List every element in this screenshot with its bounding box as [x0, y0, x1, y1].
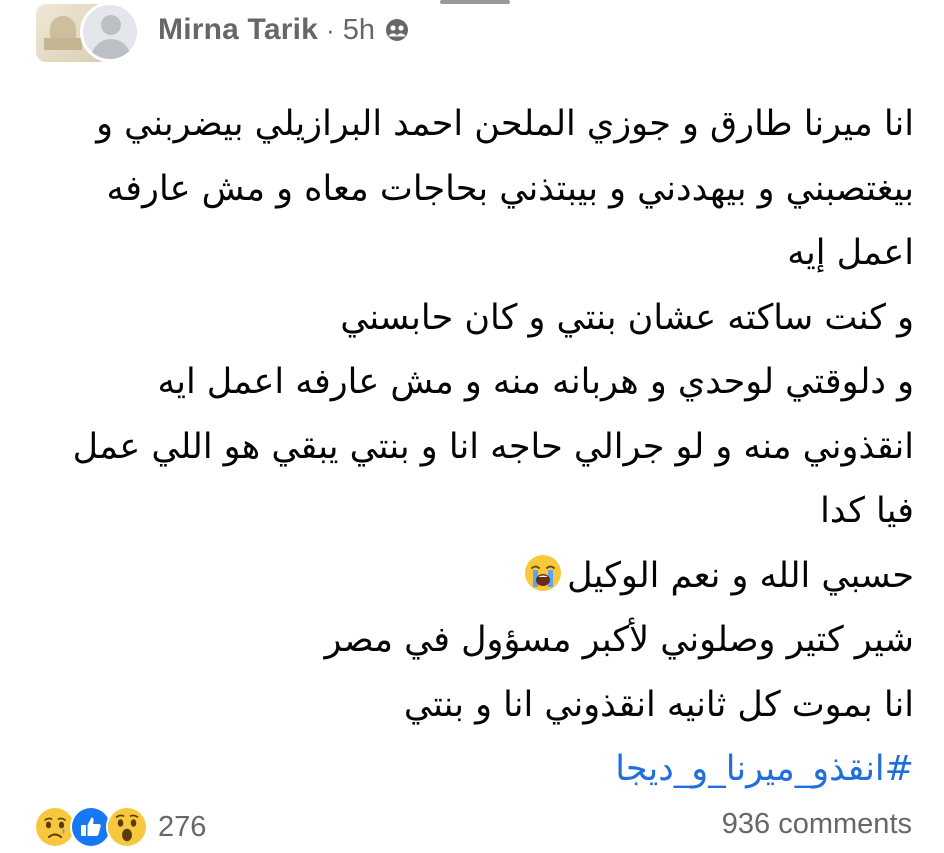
post-footer: 276 936 comments	[0, 800, 944, 852]
post-line-text: حسبي الله و نعم الوكيل	[567, 555, 914, 596]
post-line: بيغتصبني و بيهددني و بيبتذني بحاجات معاه…	[106, 168, 914, 209]
post-line: اعمل إيه	[787, 233, 914, 273]
avatar[interactable]	[80, 2, 140, 62]
post-line: و دلوقتي لوحدي و هربانه منه و مش عارفه ا…	[157, 362, 914, 402]
avatar-body-shape	[91, 39, 131, 59]
meta-separator: ·	[326, 14, 335, 45]
thumbnail-base-shape	[44, 38, 82, 50]
author-name[interactable]: Mirna Tarik	[158, 13, 318, 47]
thumbnail-dome-shape	[50, 16, 76, 38]
post-line: فيا كدا	[820, 491, 914, 531]
post-line: انا ميرنا طارق و جوزي الملحن احمد البراز…	[96, 104, 914, 144]
post-timestamp[interactable]: 5h	[343, 14, 375, 47]
post-meta: Mirna Tarik · 5h	[158, 10, 409, 50]
reaction-count: 276	[158, 810, 207, 843]
loudly-crying-face-icon	[523, 550, 563, 591]
reactions-summary[interactable]: 276	[34, 806, 206, 848]
post-line: و كنت ساكته عشان بنتي و كان حابسني	[340, 297, 914, 338]
post-line-with-emoji: حسبي الله و نعم الوكيل	[34, 544, 914, 609]
custom-audience-icon[interactable]	[385, 18, 409, 42]
avatar-head-shape	[101, 15, 121, 35]
facebook-post: Mirna Tarik · 5h انا ميرنا طارق و جوزي ا…	[0, 0, 944, 853]
hashtag-link[interactable]: #انقذو_ميرنا_و_ديجا	[34, 737, 914, 802]
post-line: انقذوني منه و لو جرالي حاجه انا و بنتي ي…	[72, 426, 914, 467]
comments-count-link[interactable]: 936 comments	[722, 808, 912, 841]
post-body: انا ميرنا طارق و جوزي الملحن احمد البراز…	[34, 92, 914, 802]
wow-reaction-icon	[106, 806, 148, 848]
cropped-top-decoration	[440, 0, 510, 4]
post-line: شير كتير وصلوني لأكبر مسؤول في مصر	[324, 620, 914, 660]
post-line: انا بموت كل ثانيه انقذوني انا و بنتي	[403, 684, 914, 725]
